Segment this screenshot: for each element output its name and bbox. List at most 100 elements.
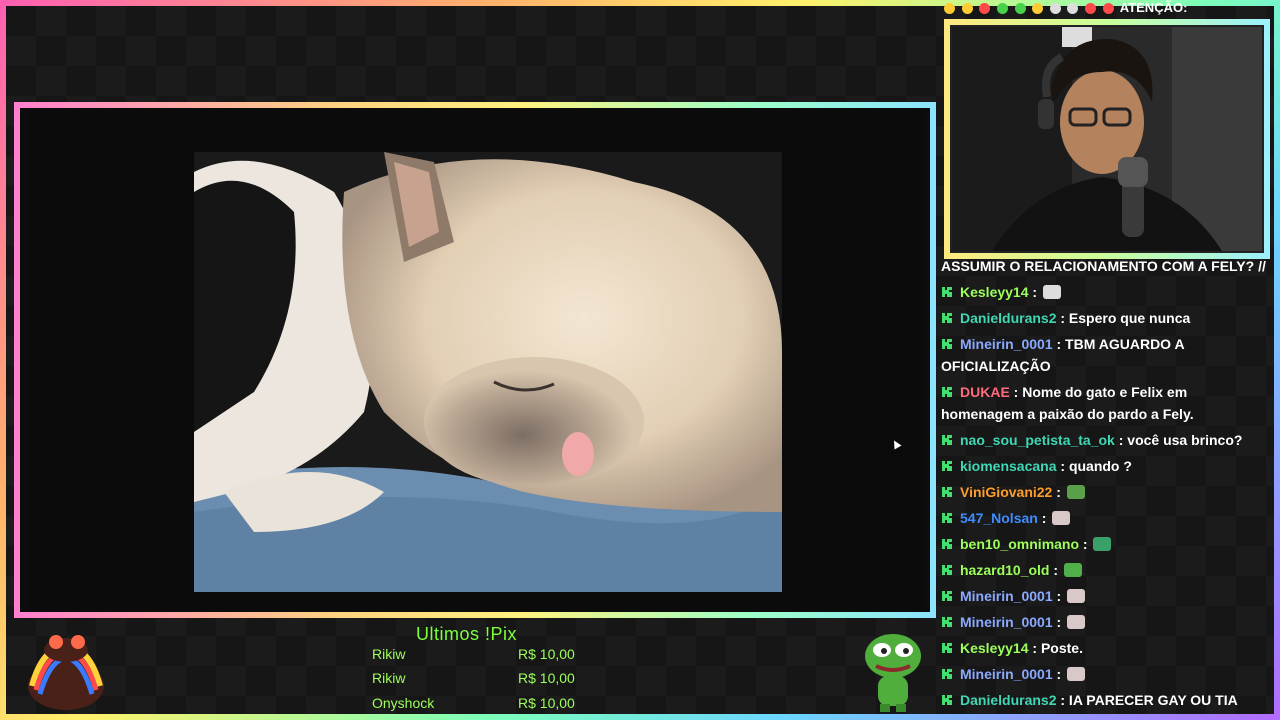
cat-emote-icon	[1067, 667, 1086, 681]
pepe-mascot-icon	[860, 626, 926, 712]
pepe-emote-icon	[1063, 563, 1082, 577]
chat-message: Kesleyy14 : Poste.	[941, 637, 1271, 659]
kick-badge-icon	[942, 539, 952, 549]
kick-badge-icon	[942, 643, 952, 653]
chat-message: Mineirin_0001 :	[941, 663, 1271, 685]
chat-username[interactable]: nao_sou_petista_ta_ok	[960, 432, 1115, 448]
chat-message: Mineirin_0001 : TBM AGUARDO A OFICIALIZA…	[941, 333, 1271, 377]
chat-username[interactable]: ViniGiovani22	[960, 484, 1052, 500]
kick-badge-icon	[942, 287, 952, 297]
chat-message-text: :	[1037, 510, 1051, 526]
chat-username[interactable]: Danieldurans2	[960, 310, 1056, 326]
mouse-cursor-icon	[890, 438, 902, 450]
chat-message-text: : IA PARECER GAY OU TIA	[1056, 692, 1238, 708]
pix-donor-name: Rikiw	[372, 646, 406, 662]
chat-message: hazard10_old :	[941, 559, 1271, 581]
webcam-feed	[952, 27, 1262, 251]
chat-message-list: Kesleyy14 : Danieldurans2 : Espero que n…	[941, 281, 1271, 711]
smile-icon	[961, 3, 973, 15]
circle-icon	[1067, 3, 1079, 15]
chat-username[interactable]: Kesleyy14	[960, 640, 1029, 656]
webcam-frame	[944, 19, 1270, 259]
kick-badge-icon	[942, 565, 952, 575]
pix-amount: R$ 10,00	[518, 695, 575, 711]
chat-message-text: :	[1079, 536, 1092, 552]
chat-username[interactable]: Mineirin_0001	[960, 666, 1053, 682]
blob-emote-icon	[1093, 537, 1112, 551]
alert-icon	[1102, 3, 1114, 15]
pix-row: Rikiw R$ 10,00	[372, 646, 592, 668]
cat-photo	[194, 152, 782, 592]
circle-icon	[1049, 3, 1061, 15]
chat-message: kiomensacana : quando ?	[941, 455, 1271, 477]
mascot-left-icon	[22, 628, 108, 712]
kick-badge-icon	[942, 513, 952, 523]
chat-message-text: : você usa brinco?	[1114, 432, 1243, 448]
pix-donor-name: Onyshock	[372, 695, 435, 711]
mute-emote-icon	[1042, 285, 1061, 299]
chat-username[interactable]: 547_Nolsan	[960, 510, 1038, 526]
top-emote-strip: ATENÇÃO:	[944, 0, 1274, 18]
chat-message-text: :	[1049, 562, 1062, 578]
angry-icon	[979, 3, 991, 15]
cat-emote-icon	[1067, 589, 1086, 603]
chat-message-text: :	[1028, 284, 1041, 300]
chat-message: Mineirin_0001 :	[941, 585, 1271, 607]
check-icon	[996, 3, 1008, 15]
chat-username[interactable]: Mineirin_0001	[960, 336, 1053, 352]
chat-message-text: :	[1052, 666, 1066, 682]
chat-message-text: :	[1052, 588, 1066, 604]
frog-emote-icon	[1066, 485, 1085, 499]
sleeping-cats-image	[194, 152, 782, 592]
kick-badge-icon	[942, 487, 952, 497]
chat-message-text: :	[1052, 484, 1065, 500]
chat-message-text: : Espero que nunca	[1056, 310, 1191, 326]
kick-badge-icon	[942, 461, 952, 471]
smile-icon	[944, 3, 955, 15]
chat-message-text: ASSUMIR O RELACIONAMENTO COM A FELY? //	[941, 258, 1266, 274]
chat-username[interactable]: Mineirin_0001	[960, 588, 1053, 604]
pix-row: Onyshock R$ 10,00	[372, 695, 592, 717]
kick-badge-icon	[942, 435, 952, 445]
chat-username[interactable]: Danieldurans2	[960, 692, 1056, 708]
alert-icon	[1085, 3, 1096, 15]
chat-username[interactable]: ben10_omnimano	[960, 536, 1079, 552]
kick-badge-icon	[942, 339, 952, 349]
chat-message-text: : quando ?	[1056, 458, 1132, 474]
kick-badge-icon	[942, 591, 952, 601]
cat-emote-icon	[1052, 511, 1071, 525]
top-strip-text: ATENÇÃO:	[1119, 0, 1188, 15]
kick-badge-icon	[942, 313, 952, 323]
chat-message-text: :	[1052, 614, 1066, 630]
chat-username[interactable]: Kesleyy14	[960, 284, 1029, 300]
chat-username[interactable]: Mineirin_0001	[960, 614, 1053, 630]
last-pix-panel: Ultimos !Pix Rikiw R$ 10,00 Rikiw R$ 10,…	[360, 622, 590, 718]
check-icon	[1014, 3, 1026, 15]
pix-row: Rikiw R$ 10,00	[372, 670, 592, 692]
hand-icon	[1032, 3, 1044, 15]
chat-message: 547_Nolsan :	[941, 507, 1271, 529]
chat-message: Mineirin_0001 :	[941, 611, 1271, 633]
chat-message: Danieldurans2 : IA PARECER GAY OU TIA	[941, 689, 1271, 711]
chat-message-text: : Poste.	[1028, 640, 1083, 656]
pix-donor-name: Rikiw	[372, 670, 406, 686]
chat-message: Kesleyy14 :	[941, 281, 1271, 303]
pix-title: Ultimos !Pix	[416, 624, 518, 644]
chat-username[interactable]: hazard10_old	[960, 562, 1049, 578]
pix-amount: R$ 10,00	[518, 646, 575, 662]
chat-message: Danieldurans2 : Espero que nunca	[941, 307, 1271, 329]
chat-username[interactable]: DUKAE	[960, 384, 1010, 400]
chat-message: DUKAE : Nome do gato e Felix em homenage…	[941, 381, 1271, 425]
main-video-frame	[14, 102, 936, 618]
chat-message: ben10_omnimano :	[941, 533, 1271, 555]
kick-badge-icon	[942, 617, 952, 627]
shared-screen	[28, 110, 924, 610]
streamer-webcam-image	[952, 27, 1262, 251]
cat-emote-icon	[1067, 615, 1086, 629]
chat-username[interactable]: kiomensacana	[960, 458, 1057, 474]
kick-badge-icon	[942, 387, 952, 397]
chat-panel: ASSUMIR O RELACIONAMENTO COM A FELY? // …	[941, 255, 1271, 715]
pix-amount: R$ 10,00	[518, 670, 575, 686]
kick-badge-icon	[942, 695, 952, 705]
chat-message: nao_sou_petista_ta_ok : você usa brinco?	[941, 429, 1271, 451]
